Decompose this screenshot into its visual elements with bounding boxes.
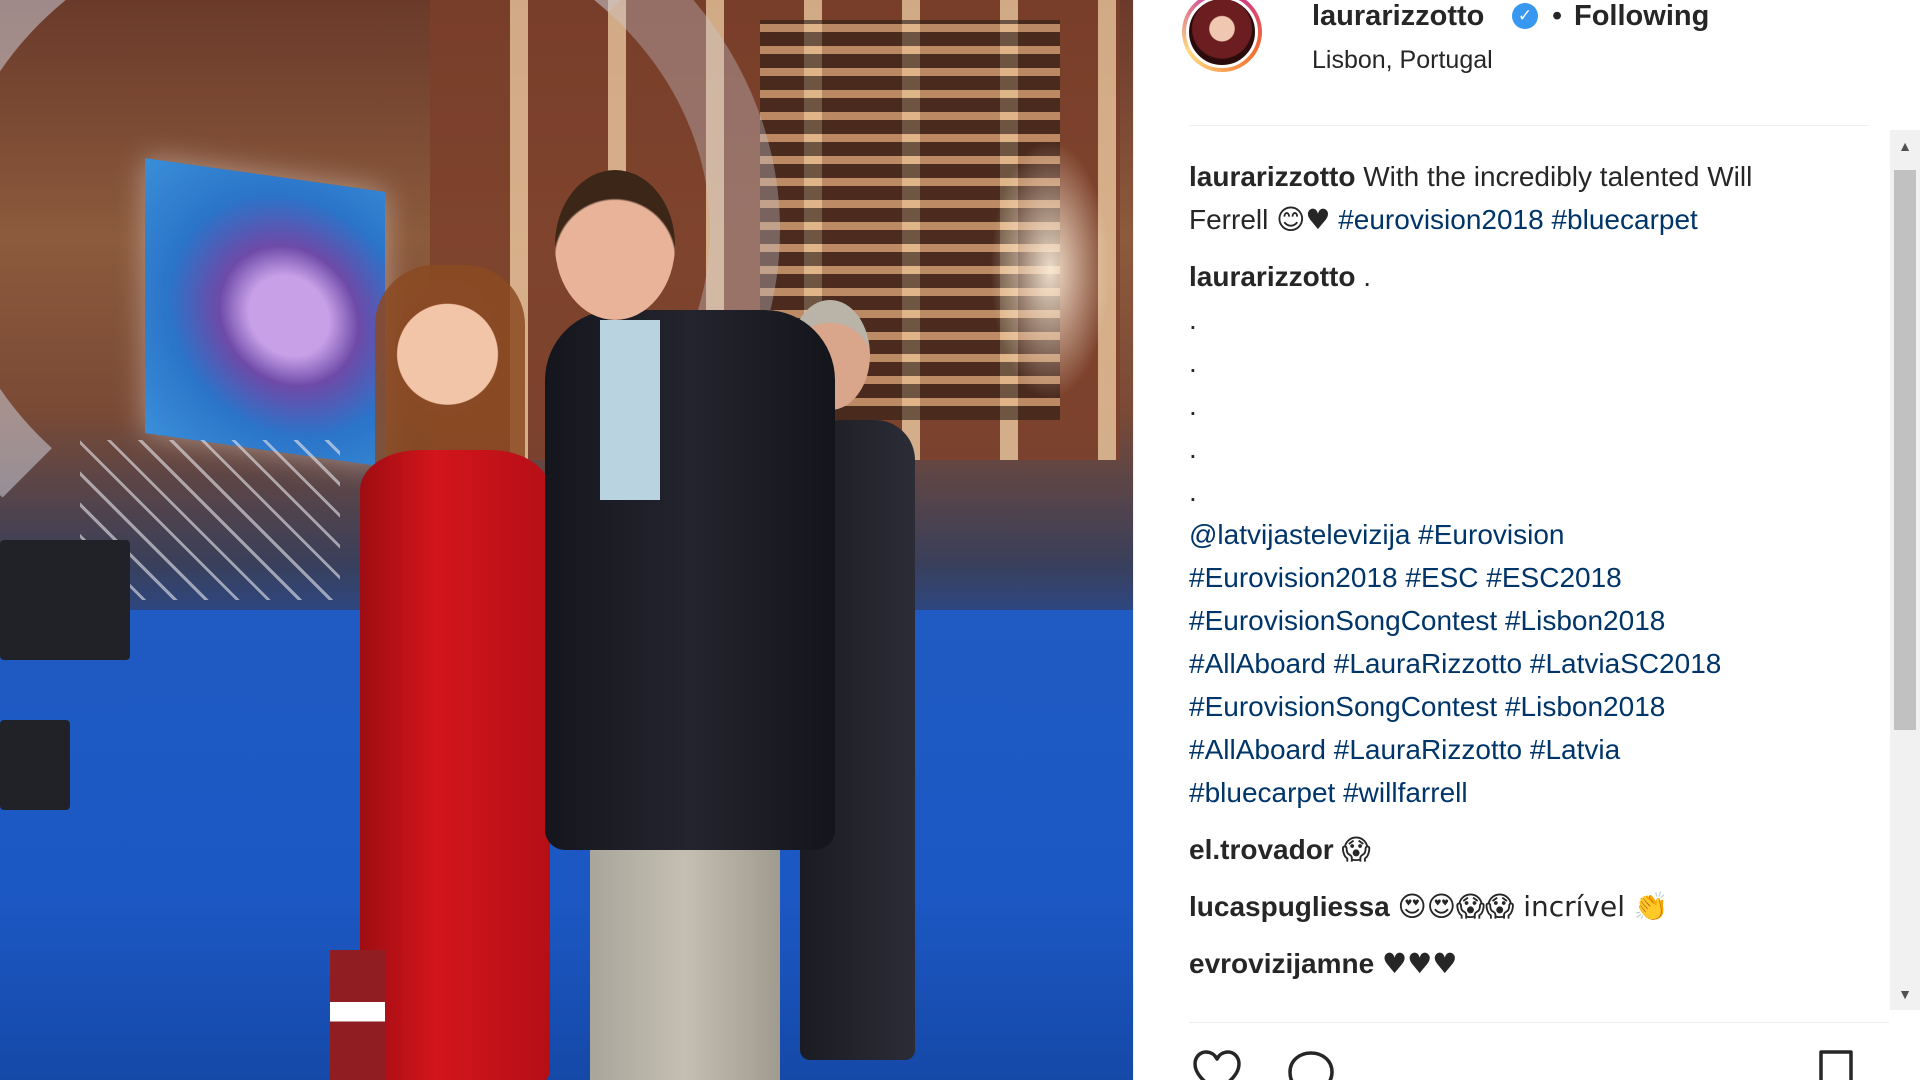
comment-text: 😱 [1341,833,1371,866]
hashtag-line[interactable]: #EurovisionSongContest #Lisbon2018 [1189,599,1839,642]
header-divider [1189,125,1869,126]
verified-badge-icon: ✓ [1512,3,1538,29]
hashtag-line[interactable]: #bluecarpet #willfarrell [1189,771,1839,814]
location-link[interactable]: Lisbon, Portugal [1312,46,1493,75]
scroll-thumb[interactable] [1894,170,1916,730]
dot-line: . [1189,476,1197,507]
username-link[interactable]: laurarizzotto [1312,0,1484,33]
actions-divider [1189,1022,1889,1023]
comments-scrollbar[interactable]: ▲ ▼ [1890,130,1920,1010]
hashtag-link[interactable]: #bluecarpet [1551,204,1697,235]
hashtag-line[interactable]: #Eurovision2018 #ESC #ESC2018 [1189,556,1839,599]
scroll-down-arrow-icon[interactable]: ▼ [1896,986,1914,1004]
latvian-flag [330,950,385,1080]
post-side-panel: laurarizzotto ✓ • Following Lisbon, Port… [1134,0,1920,1080]
caption: laurarizzotto With the incredibly talent… [1189,155,1839,241]
comment-username[interactable]: el.trovador [1189,834,1334,865]
comment-icon[interactable] [1286,1048,1336,1080]
caption-username[interactable]: laurarizzotto [1189,161,1355,192]
hashtag-link[interactable]: #eurovision2018 [1338,204,1544,235]
stage-light [990,140,1110,400]
comment-item: evrovizijamne ♥♥♥ [1189,942,1839,985]
avatar-story-ring[interactable] [1182,0,1262,72]
man-head [555,170,675,320]
comment-item: lucaspugliessa 😍😍😱😱 incrível 👏 [1189,885,1839,928]
post-photo[interactable] [0,0,1133,1080]
hashtag-line[interactable]: #AllAboard #LauraRizzotto #Latvia [1189,728,1839,771]
heart-icon[interactable] [1192,1048,1242,1080]
dot-line: . [1189,347,1197,378]
comment-text: ♥♥♥ [1381,947,1458,980]
woman-red-dress [360,450,550,1080]
scroll-up-arrow-icon[interactable]: ▲ [1896,138,1914,156]
avatar[interactable] [1186,0,1258,68]
bookmark-icon[interactable] [1811,1048,1861,1080]
woman-head [395,280,500,415]
separator-dot: • [1552,0,1563,32]
caption-emoji: 😊♥ [1276,203,1331,236]
dot-line: . [1189,390,1197,421]
comment-username[interactable]: lucaspugliessa [1189,891,1390,922]
post-header: laurarizzotto ✓ • Following Lisbon, Port… [1134,0,1920,125]
hashtag-line[interactable]: #EurovisionSongContest #Lisbon2018 [1189,685,1839,728]
dot-line: . [1189,433,1197,464]
comment-username[interactable]: laurarizzotto [1189,261,1355,292]
man-shirt [600,320,660,500]
comment-dots: . . . . . [1189,298,1839,513]
comments-list[interactable]: laurarizzotto With the incredibly talent… [1189,155,1839,1025]
speaker [0,540,130,660]
following-button[interactable]: Following [1574,0,1709,33]
comment-item: laurarizzotto . . . . . . @latvijastelev… [1189,255,1839,814]
comment-text: . [1363,261,1372,292]
man-jacket [545,310,835,850]
speaker [0,720,70,810]
comment-text: 😍😍😱😱 incrível 👏 [1397,890,1669,923]
comment-username[interactable]: evrovizijamne [1189,948,1374,979]
dot-line: . [1189,304,1197,335]
hashtag-line[interactable]: #AllAboard #LauraRizzotto #LatviaSC2018 [1189,642,1839,685]
comment-item: el.trovador 😱 [1189,828,1839,871]
hashtag-line[interactable]: @latvijastelevizija #Eurovision [1189,513,1839,556]
led-screen [145,158,385,467]
